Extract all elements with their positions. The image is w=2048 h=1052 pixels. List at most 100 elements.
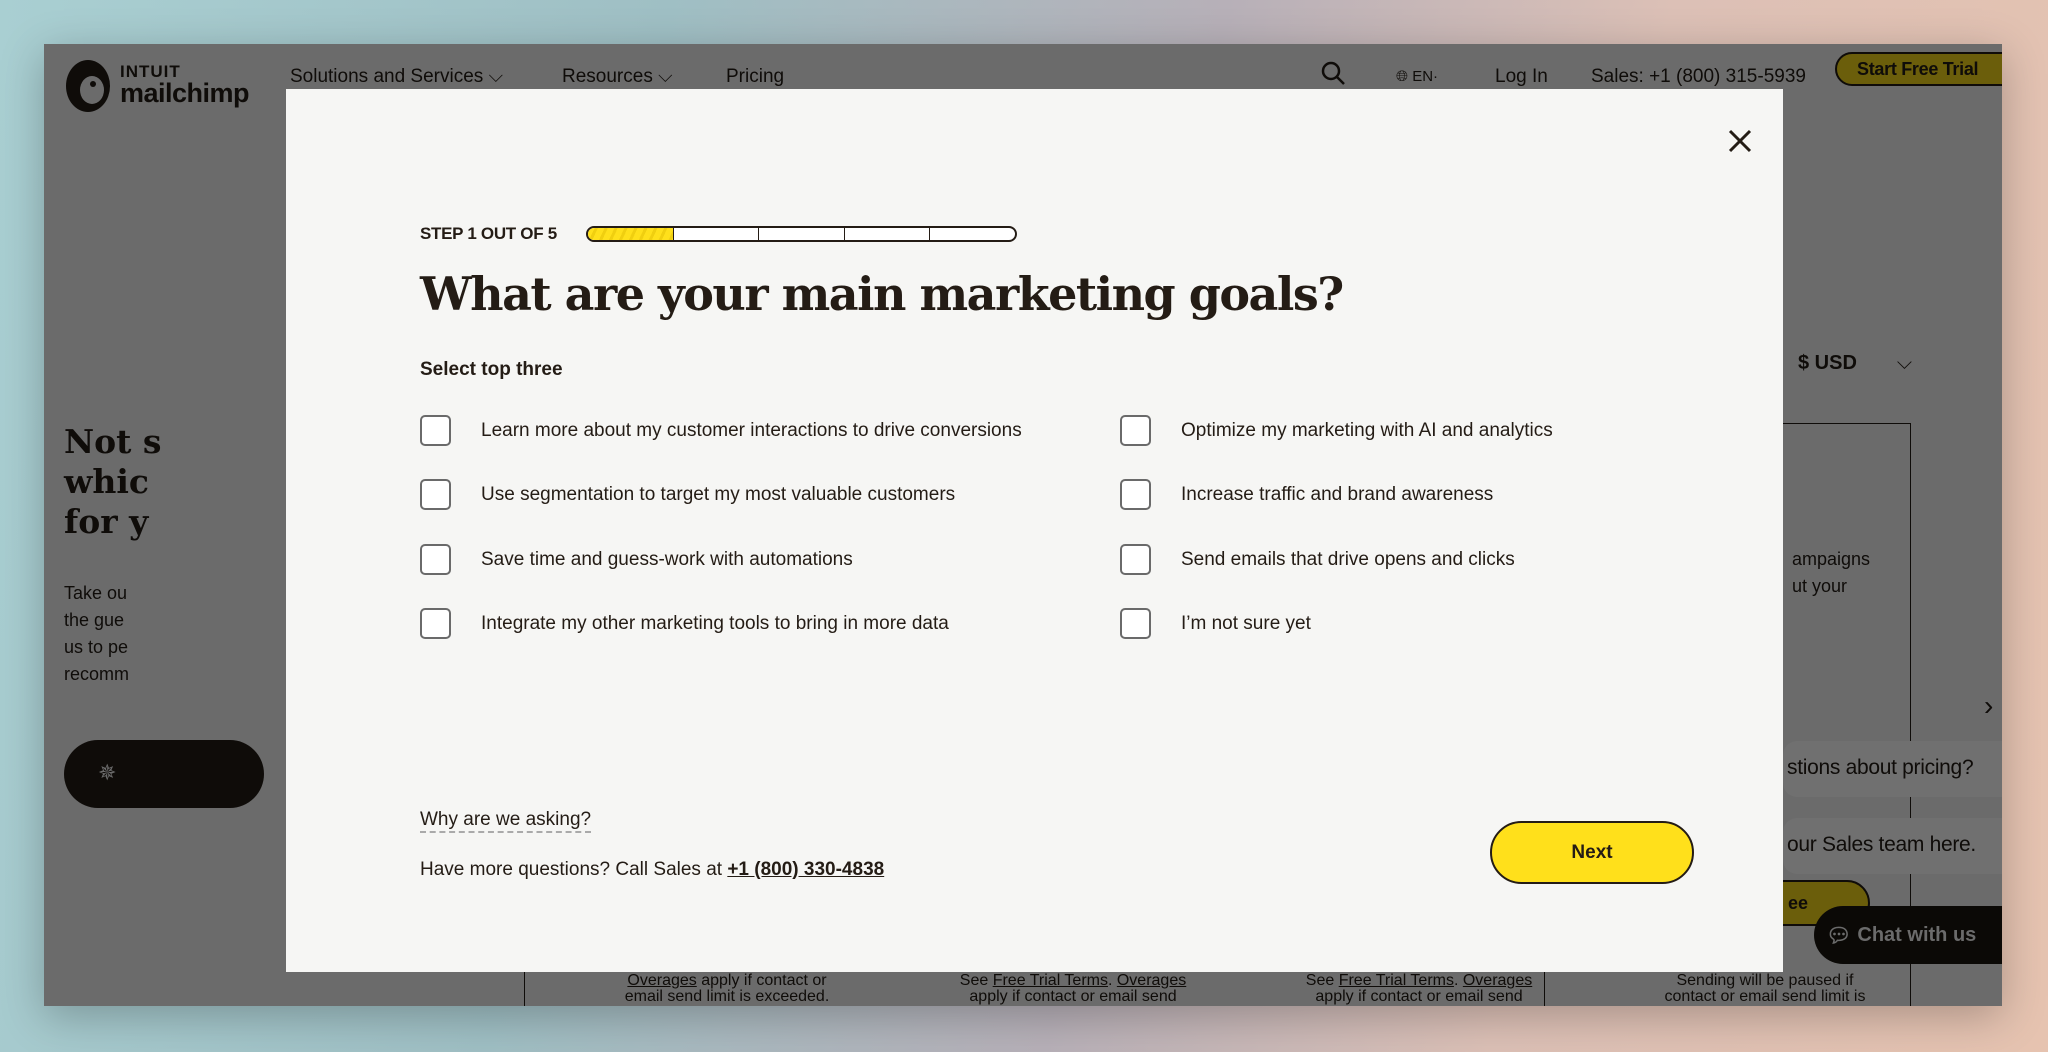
nav-resources[interactable]: Resources ⌵ — [562, 67, 673, 87]
modal-subtitle: Select top three — [420, 359, 563, 380]
chat-bubble-icon: 💬︎ — [1826, 924, 1852, 947]
option-label: Optimize my marketing with AI and analyt… — [1181, 419, 1553, 441]
modal-title: What are your main marketing goals? — [420, 267, 1344, 321]
bg-para-line: Take ou — [64, 583, 128, 603]
goal-option[interactable]: Use segmentation to target my most valua… — [420, 479, 955, 510]
chat-with-us-button[interactable]: 💬︎ Chat with us — [1814, 906, 2002, 964]
bg-heading-line: whic — [64, 462, 150, 501]
option-label: Save time and guess-work with automation… — [481, 548, 853, 570]
next-button[interactable]: Next — [1490, 821, 1694, 884]
footnote-text: . — [1107, 972, 1117, 989]
checkbox[interactable] — [1120, 479, 1151, 510]
option-label: Learn more about my customer interaction… — [481, 419, 1022, 441]
sparkle-icon: ✵ — [98, 760, 117, 785]
checkbox[interactable] — [420, 479, 451, 510]
bubble-text: stions about pricing? — [1787, 756, 1974, 779]
currency-selector[interactable]: $ USD ⌵ — [1798, 352, 1912, 375]
option-label: I’m not sure yet — [1181, 612, 1311, 634]
footnote-text: email send limit is exceeded. — [624, 988, 830, 1005]
login-link[interactable]: Log In — [1495, 67, 1548, 87]
footnote-text: See — [1305, 972, 1339, 989]
chat-label: Chat with us — [1857, 923, 1977, 946]
language-label: EN — [1412, 68, 1434, 85]
mailchimp-logo[interactable]: INTUIT mailchimp — [62, 56, 250, 114]
progress-segment — [674, 228, 760, 240]
option-label: Send emails that drive opens and clicks — [1181, 548, 1515, 570]
nav-pricing[interactable]: Pricing — [726, 67, 784, 87]
call-sales-text: Have more questions? Call Sales at +1 (8… — [420, 859, 884, 881]
footnote-text: . — [1453, 972, 1463, 989]
goal-option[interactable]: I’m not sure yet — [1120, 608, 1311, 639]
chevron-down-icon: ⌵ — [658, 66, 673, 87]
bg-heading-line: Not s — [64, 422, 162, 461]
search-icon[interactable] — [1320, 60, 1346, 86]
footnote-text: apply if contact or email send — [969, 988, 1177, 1005]
progress-segment — [845, 228, 931, 240]
checkbox[interactable] — [1120, 415, 1151, 446]
free-trial-terms-link[interactable]: Free Trial Terms — [1339, 972, 1454, 989]
footnote-text: Sending will be paused if — [1676, 972, 1854, 989]
goal-option[interactable]: Send emails that drive opens and clicks — [1120, 544, 1515, 575]
footnote-text: apply if contact or email send — [1315, 988, 1523, 1005]
logo-mailchimp: mailchimp — [120, 78, 250, 108]
bg-para-line: the gue — [64, 610, 125, 630]
goal-option[interactable]: Integrate my other marketing tools to br… — [420, 608, 949, 639]
chevron-down-icon: ⌵ — [1896, 352, 1913, 374]
card-line: ampaigns — [1792, 549, 1871, 569]
start-free-trial-button[interactable]: Start Free Trial — [1835, 52, 2002, 86]
goal-option[interactable]: Save time and guess-work with automation… — [420, 544, 853, 575]
carousel-next-icon[interactable]: › — [1984, 690, 1993, 722]
goal-option[interactable]: Increase traffic and brand awareness — [1120, 479, 1493, 510]
option-label: Integrate my other marketing tools to br… — [481, 612, 949, 634]
step-label: STEP 1 OUT OF 5 — [420, 224, 557, 243]
sales-bubble: our Sales team here. — [1783, 818, 2002, 874]
footnote-4: Sending will be paused if contact or emai… — [1615, 973, 1915, 1005]
nav-label: Resources — [562, 66, 653, 87]
option-label: Increase traffic and brand awareness — [1181, 483, 1494, 505]
globe-icon: 🌐︎ — [1396, 68, 1409, 85]
progress-segment — [759, 228, 845, 240]
bg-heading-line: for y — [64, 502, 149, 541]
language-selector[interactable]: 🌐︎ EN· — [1396, 67, 1438, 87]
quiz-button[interactable]: ✵ — [64, 740, 264, 808]
cta-label: Start Free Trial — [1857, 58, 1979, 79]
goals-modal: STEP 1 OUT OF 5 What are your main marke… — [286, 89, 1783, 972]
call-text: Have more questions? Call Sales at — [420, 859, 728, 880]
close-icon[interactable] — [1720, 121, 1760, 161]
cta-fragment: ee — [1788, 893, 1809, 913]
chevron-down-icon: ⌵ — [488, 66, 503, 87]
overages-link[interactable]: Overages — [1463, 972, 1532, 989]
why-are-we-asking-link[interactable]: Why are we asking? — [420, 809, 592, 833]
progress-bar — [586, 226, 1017, 242]
footnote-text: apply if contact or — [696, 972, 827, 989]
checkbox[interactable] — [420, 544, 451, 575]
bubble-text: our Sales team here. — [1787, 833, 1976, 856]
footnote-3: See Free Trial Terms. Overages apply if c… — [1269, 973, 1569, 1005]
browser-page: INTUIT mailchimp Solutions and Services … — [44, 44, 2002, 1006]
plan-card-text: ampaigns ut your — [1792, 546, 1870, 600]
currency-label: $ USD — [1798, 352, 1857, 374]
checkbox[interactable] — [1120, 544, 1151, 575]
checkbox[interactable] — [1120, 608, 1151, 639]
option-label: Use segmentation to target my most valua… — [481, 483, 956, 505]
bg-paragraph: Take ou the gue us to pe recomm — [64, 580, 129, 688]
overages-link[interactable]: Overages — [627, 972, 696, 989]
nav-label: Solutions and Services — [290, 66, 484, 87]
free-trial-terms-link[interactable]: Free Trial Terms — [993, 972, 1108, 989]
bg-para-line: us to pe — [64, 637, 129, 657]
card-line: ut your — [1792, 576, 1848, 596]
sales-phone[interactable]: Sales: +1 (800) 315-5939 — [1591, 67, 1806, 87]
freddie-logo-icon — [66, 60, 110, 112]
overages-link[interactable]: Overages — [1117, 972, 1186, 989]
progress-segment — [930, 228, 1015, 240]
footnote-2: See Free Trial Terms. Overages apply if c… — [923, 973, 1223, 1005]
footnote-text: See — [959, 972, 993, 989]
footnote-text: contact or email send limit is — [1664, 988, 1866, 1005]
bg-heading: Not s whic for y — [64, 422, 162, 542]
nav-solutions[interactable]: Solutions and Services ⌵ — [290, 67, 503, 87]
goal-option[interactable]: Learn more about my customer interaction… — [420, 415, 1022, 446]
sales-phone-link[interactable]: +1 (800) 330-4838 — [727, 859, 884, 880]
checkbox[interactable] — [420, 415, 451, 446]
goal-option[interactable]: Optimize my marketing with AI and analyt… — [1120, 415, 1553, 446]
checkbox[interactable] — [420, 608, 451, 639]
